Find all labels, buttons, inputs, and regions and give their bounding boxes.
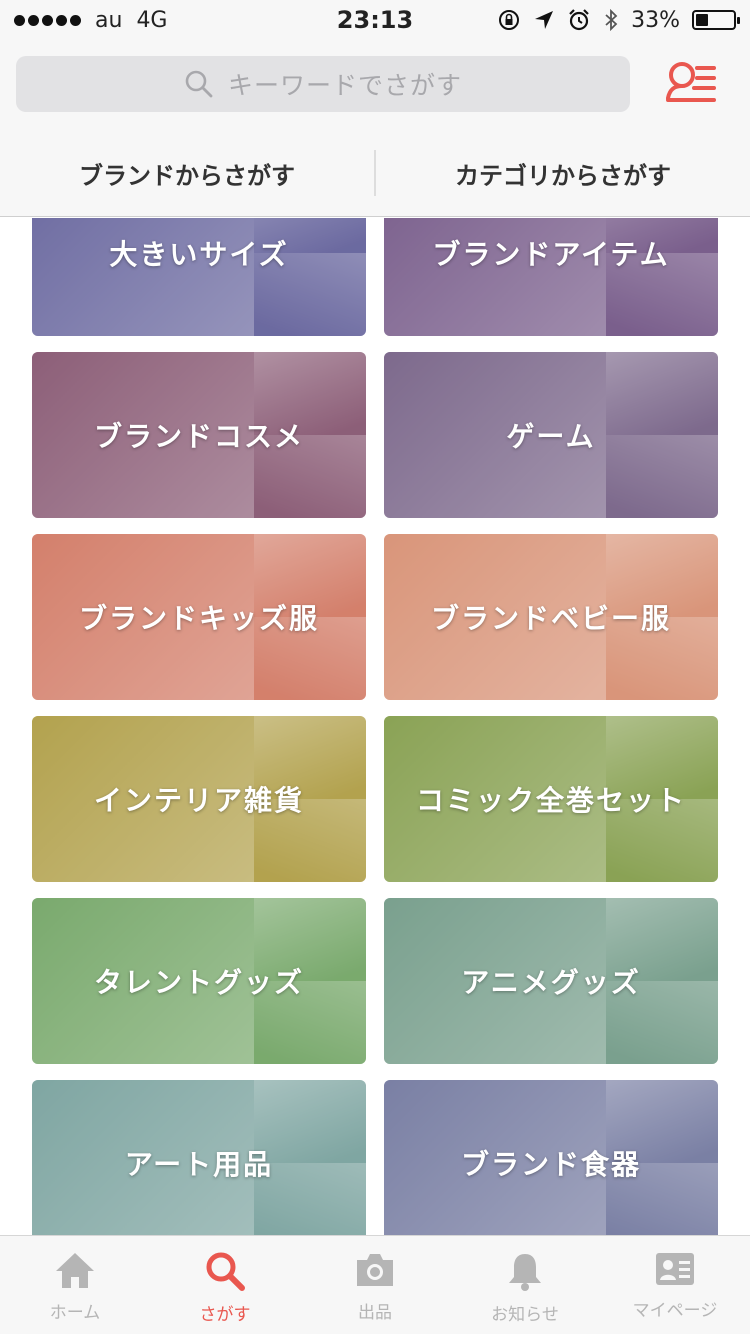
- category-card[interactable]: ゲーム: [384, 352, 718, 518]
- tabbar-item[interactable]: 出品: [300, 1236, 450, 1334]
- category-label: インテリア雑貨: [93, 784, 304, 817]
- category-card[interactable]: ブランドベビー服: [384, 534, 718, 700]
- battery-level-fill: [696, 14, 708, 26]
- category-card[interactable]: ブランドキッズ服: [32, 534, 366, 700]
- search-history-icon: [666, 62, 716, 102]
- tabbar-item[interactable]: さがす: [150, 1236, 300, 1334]
- battery-icon: [692, 10, 740, 30]
- category-label: アニメグッズ: [461, 966, 641, 999]
- category-label: ブランドキッズ服: [78, 602, 319, 635]
- category-grid: 大きいサイズ ブランドアイテムブランドコスメ ゲームブランドキッズ服 ブランドベビー服…: [0, 218, 750, 1235]
- signal-strength-icon: [14, 14, 81, 26]
- home-icon: [54, 1250, 96, 1294]
- category-card[interactable]: アート用品: [32, 1080, 366, 1235]
- category-label: ブランド食器: [460, 1148, 641, 1181]
- bottom-tab-bar: ホーム さがす 出品 お知らせ マイページ: [0, 1235, 750, 1334]
- category-card[interactable]: アニメグッズ: [384, 898, 718, 1064]
- tabbar-item[interactable]: マイページ: [600, 1236, 750, 1334]
- category-label: ブランドベビー服: [430, 602, 671, 635]
- bluetooth-icon: [605, 8, 618, 32]
- battery-percent: 33%: [631, 7, 680, 33]
- tabbar-item[interactable]: お知らせ: [450, 1236, 600, 1334]
- tabbar-label: ホーム: [49, 1303, 101, 1323]
- tabbar-label: お知らせ: [491, 1305, 559, 1325]
- bell-icon: [504, 1250, 546, 1296]
- category-label: 大きいサイズ: [109, 238, 289, 271]
- category-label: アート用品: [124, 1148, 274, 1181]
- category-label: タレントグッズ: [93, 966, 304, 999]
- alarm-icon: [569, 9, 589, 31]
- carrier-name: au: [95, 7, 123, 33]
- status-bar: au 4G 23:13 33%: [0, 0, 750, 40]
- search-input[interactable]: キーワードでさがす: [16, 56, 630, 112]
- search-history-button[interactable]: [664, 58, 718, 108]
- category-card[interactable]: ブランドアイテム: [384, 218, 718, 336]
- header: キーワードでさがす: [0, 40, 750, 130]
- category-card[interactable]: ブランドコスメ: [32, 352, 366, 518]
- category-card[interactable]: インテリア雑貨: [32, 716, 366, 882]
- search-icon: [204, 1250, 246, 1296]
- category-label: ゲーム: [506, 420, 596, 453]
- tabbar-label: マイページ: [632, 1301, 718, 1321]
- tabbar-item[interactable]: ホーム: [0, 1236, 150, 1334]
- category-label: ブランドコスメ: [93, 420, 304, 453]
- tabbar-label: 出品: [358, 1303, 392, 1323]
- category-card[interactable]: 大きいサイズ: [32, 218, 366, 336]
- profile-card-icon: [654, 1250, 696, 1292]
- rotation-lock-icon: [499, 10, 520, 30]
- network-type: 4G: [136, 7, 168, 33]
- category-label: ブランドアイテム: [432, 238, 670, 271]
- category-card[interactable]: タレントグッズ: [32, 898, 366, 1064]
- search-placeholder: キーワードでさがす: [227, 71, 462, 100]
- category-card[interactable]: コミック全巻セット: [384, 716, 718, 882]
- tab-brand[interactable]: ブランドからさがす: [0, 130, 374, 216]
- tab-category[interactable]: カテゴリからさがす: [376, 130, 750, 216]
- search-icon: [185, 70, 213, 98]
- camera-icon: [354, 1250, 396, 1294]
- category-label: コミック全巻セット: [415, 784, 686, 817]
- location-arrow-icon: [535, 11, 554, 29]
- status-left: au 4G: [14, 8, 167, 33]
- tabbar-label: さがす: [199, 1305, 251, 1325]
- search-mode-tabs: ブランドからさがす カテゴリからさがす: [0, 130, 750, 217]
- status-right: 33%: [497, 7, 740, 33]
- category-card[interactable]: ブランド食器: [384, 1080, 718, 1235]
